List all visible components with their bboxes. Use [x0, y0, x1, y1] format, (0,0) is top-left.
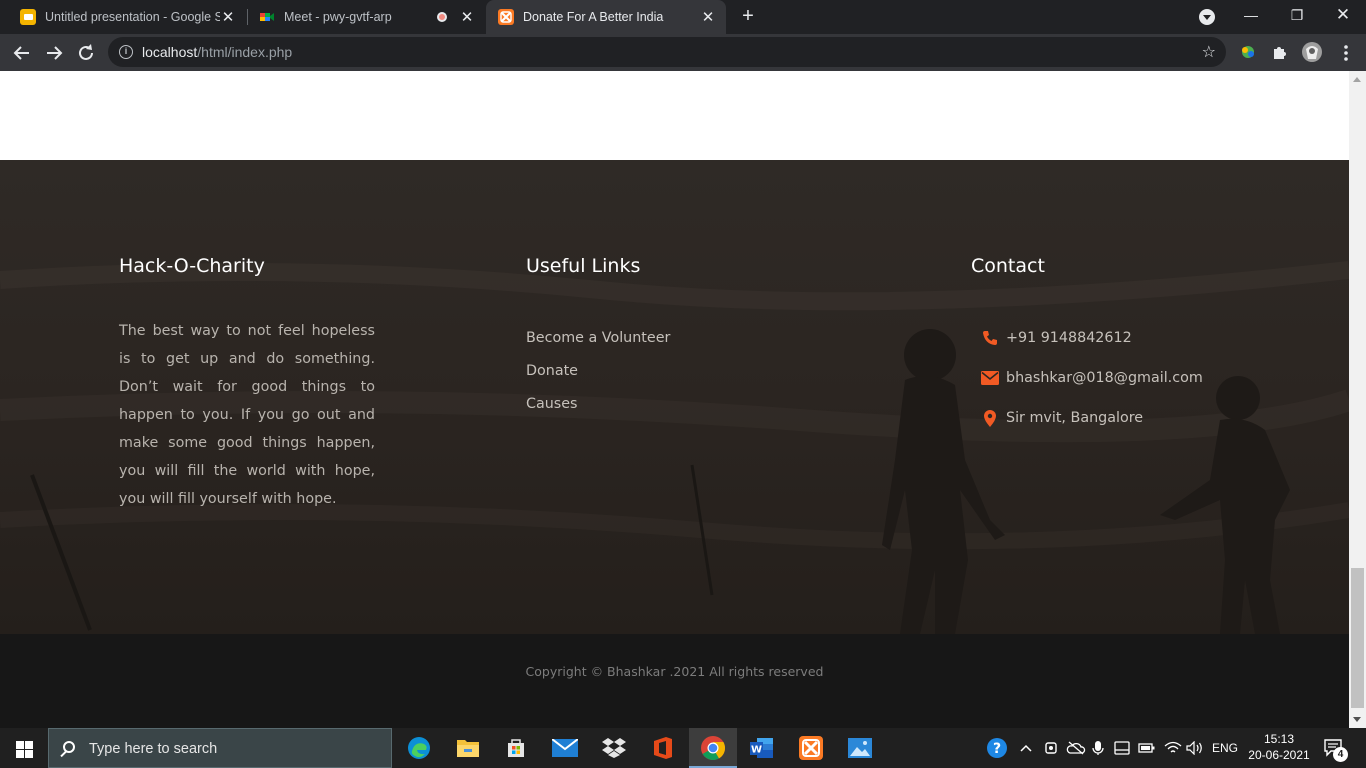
photos-icon[interactable] [836, 728, 884, 768]
tab-search-icon[interactable] [1199, 9, 1215, 25]
windows-start-button[interactable] [0, 728, 48, 768]
phone-text[interactable]: +91 9148842612 [1006, 330, 1132, 346]
svg-text:W: W [751, 745, 762, 756]
web-page: Hack-O-Charity The best way to not feel … [0, 71, 1349, 728]
address-text: Sir mvit, Bangalore [1006, 410, 1144, 426]
about-title: Hack-O-Charity [119, 255, 265, 277]
clock-time: 15:13 [1263, 732, 1295, 746]
office-icon[interactable] [639, 728, 687, 768]
email-text[interactable]: bhashkar@018@gmail.com [1006, 370, 1203, 386]
extension-icon[interactable] [1238, 42, 1258, 62]
minimize-button[interactable]: — [1228, 0, 1274, 30]
taskbar-search-box[interactable]: Type here to search [48, 728, 392, 768]
google-meet-icon [259, 9, 275, 25]
scroll-up-arrow[interactable] [1353, 77, 1361, 82]
volume-icon[interactable] [1186, 728, 1204, 768]
scrollbar-thumb[interactable] [1351, 568, 1364, 708]
new-tab-button[interactable]: + [737, 6, 759, 28]
arrow-right-icon [47, 46, 63, 60]
clock-date: 20-06-2021 [1248, 748, 1310, 762]
word-icon[interactable]: W [738, 728, 786, 768]
menu-icon[interactable] [1334, 41, 1358, 65]
xampp-icon [498, 9, 514, 25]
link-donate[interactable]: Donate [526, 363, 670, 396]
contact-phone: +91 9148842612 [973, 318, 1203, 358]
restore-button[interactable]: ❐ [1274, 0, 1320, 30]
arrow-left-icon [13, 46, 29, 60]
forward-button[interactable] [42, 41, 66, 65]
search-icon [63, 741, 75, 753]
useful-links-title: Useful Links [526, 255, 641, 277]
tab-meet[interactable]: Meet - pwy-gvtf-arp ✕ [247, 0, 485, 34]
link-become-volunteer[interactable]: Become a Volunteer [526, 330, 670, 363]
windows-taskbar: Type here to search W ? ENG 15:13 20-06-… [0, 728, 1366, 768]
map-pin-icon [973, 409, 1006, 427]
browser-toolbar: i localhost/html/index.php ☆ [0, 34, 1366, 71]
close-icon[interactable]: ✕ [459, 8, 475, 26]
phone-icon [973, 330, 1006, 346]
footer-bottom-bar: Copyright © Bhashkar .2021 All rights re… [0, 634, 1349, 728]
chevron-up-icon[interactable] [1019, 728, 1033, 768]
onedrive-off-icon[interactable] [1066, 728, 1086, 768]
address-bar[interactable]: i localhost/html/index.php ☆ [108, 37, 1226, 67]
contact-title: Contact [971, 255, 1045, 277]
useful-links-list: Become a Volunteer Donate Causes [526, 330, 670, 429]
meet-tray-icon[interactable] [1044, 728, 1058, 768]
scroll-down-arrow[interactable] [1353, 717, 1361, 722]
file-explorer-icon[interactable] [444, 728, 492, 768]
notification-center-icon[interactable]: 4 [1323, 728, 1348, 768]
envelope-icon [973, 371, 1006, 385]
battery-icon[interactable] [1138, 728, 1156, 768]
copyright-text: Copyright © Bhashkar .2021 All rights re… [525, 664, 824, 679]
wifi-icon[interactable] [1164, 728, 1182, 768]
reload-button[interactable] [74, 41, 98, 65]
reload-icon [79, 44, 93, 60]
contact-address: Sir mvit, Bangalore [973, 398, 1203, 438]
tab-title: Untitled presentation - Google Sl [45, 10, 220, 24]
microphone-icon[interactable] [1092, 728, 1104, 768]
about-text: The best way to not feel hopeless is to … [119, 323, 375, 507]
info-icon[interactable]: i [119, 45, 133, 59]
system-clock[interactable]: 15:13 20-06-2021 [1248, 731, 1310, 763]
touchpad-icon[interactable] [1114, 728, 1132, 768]
contact-list: +91 9148842612 bhashkar@018@gmail.com Si… [973, 318, 1203, 438]
puzzle-icon[interactable] [1270, 42, 1290, 62]
help-icon[interactable]: ? [986, 728, 1008, 768]
recording-icon [437, 12, 447, 22]
mail-icon[interactable] [541, 728, 589, 768]
chrome-icon[interactable] [689, 728, 737, 768]
bookmark-star-icon[interactable]: ☆ [1202, 42, 1216, 62]
link-causes[interactable]: Causes [526, 396, 670, 429]
tab-slides[interactable]: Untitled presentation - Google Sl ✕ [8, 0, 246, 34]
footer: Hack-O-Charity The best way to not feel … [0, 160, 1349, 634]
google-slides-icon [20, 9, 36, 25]
tab-strip: Untitled presentation - Google Sl ✕ Meet… [0, 0, 1366, 34]
language-indicator[interactable]: ENG [1212, 728, 1238, 768]
close-window-button[interactable]: ✕ [1320, 0, 1366, 30]
tab-title: Meet - pwy-gvtf-arp [284, 10, 392, 24]
back-button[interactable] [10, 41, 34, 65]
svg-text:?: ? [993, 741, 1001, 757]
close-icon[interactable]: ✕ [700, 8, 716, 26]
profile-avatar[interactable] [1301, 41, 1323, 63]
store-icon[interactable] [492, 728, 540, 768]
page-scrollbar[interactable] [1349, 71, 1366, 728]
tab-title: Donate For A Better India [523, 10, 664, 24]
tab-donate[interactable]: Donate For A Better India ✕ [486, 0, 726, 34]
contact-email: bhashkar@018@gmail.com [973, 358, 1203, 398]
url-text: localhost/html/index.php [142, 44, 293, 60]
edge-icon[interactable] [395, 728, 443, 768]
search-placeholder: Type here to search [89, 741, 218, 757]
notification-badge: 4 [1333, 747, 1348, 762]
dropbox-icon[interactable] [590, 728, 638, 768]
xampp-icon[interactable] [787, 728, 835, 768]
close-icon[interactable]: ✕ [220, 8, 236, 26]
